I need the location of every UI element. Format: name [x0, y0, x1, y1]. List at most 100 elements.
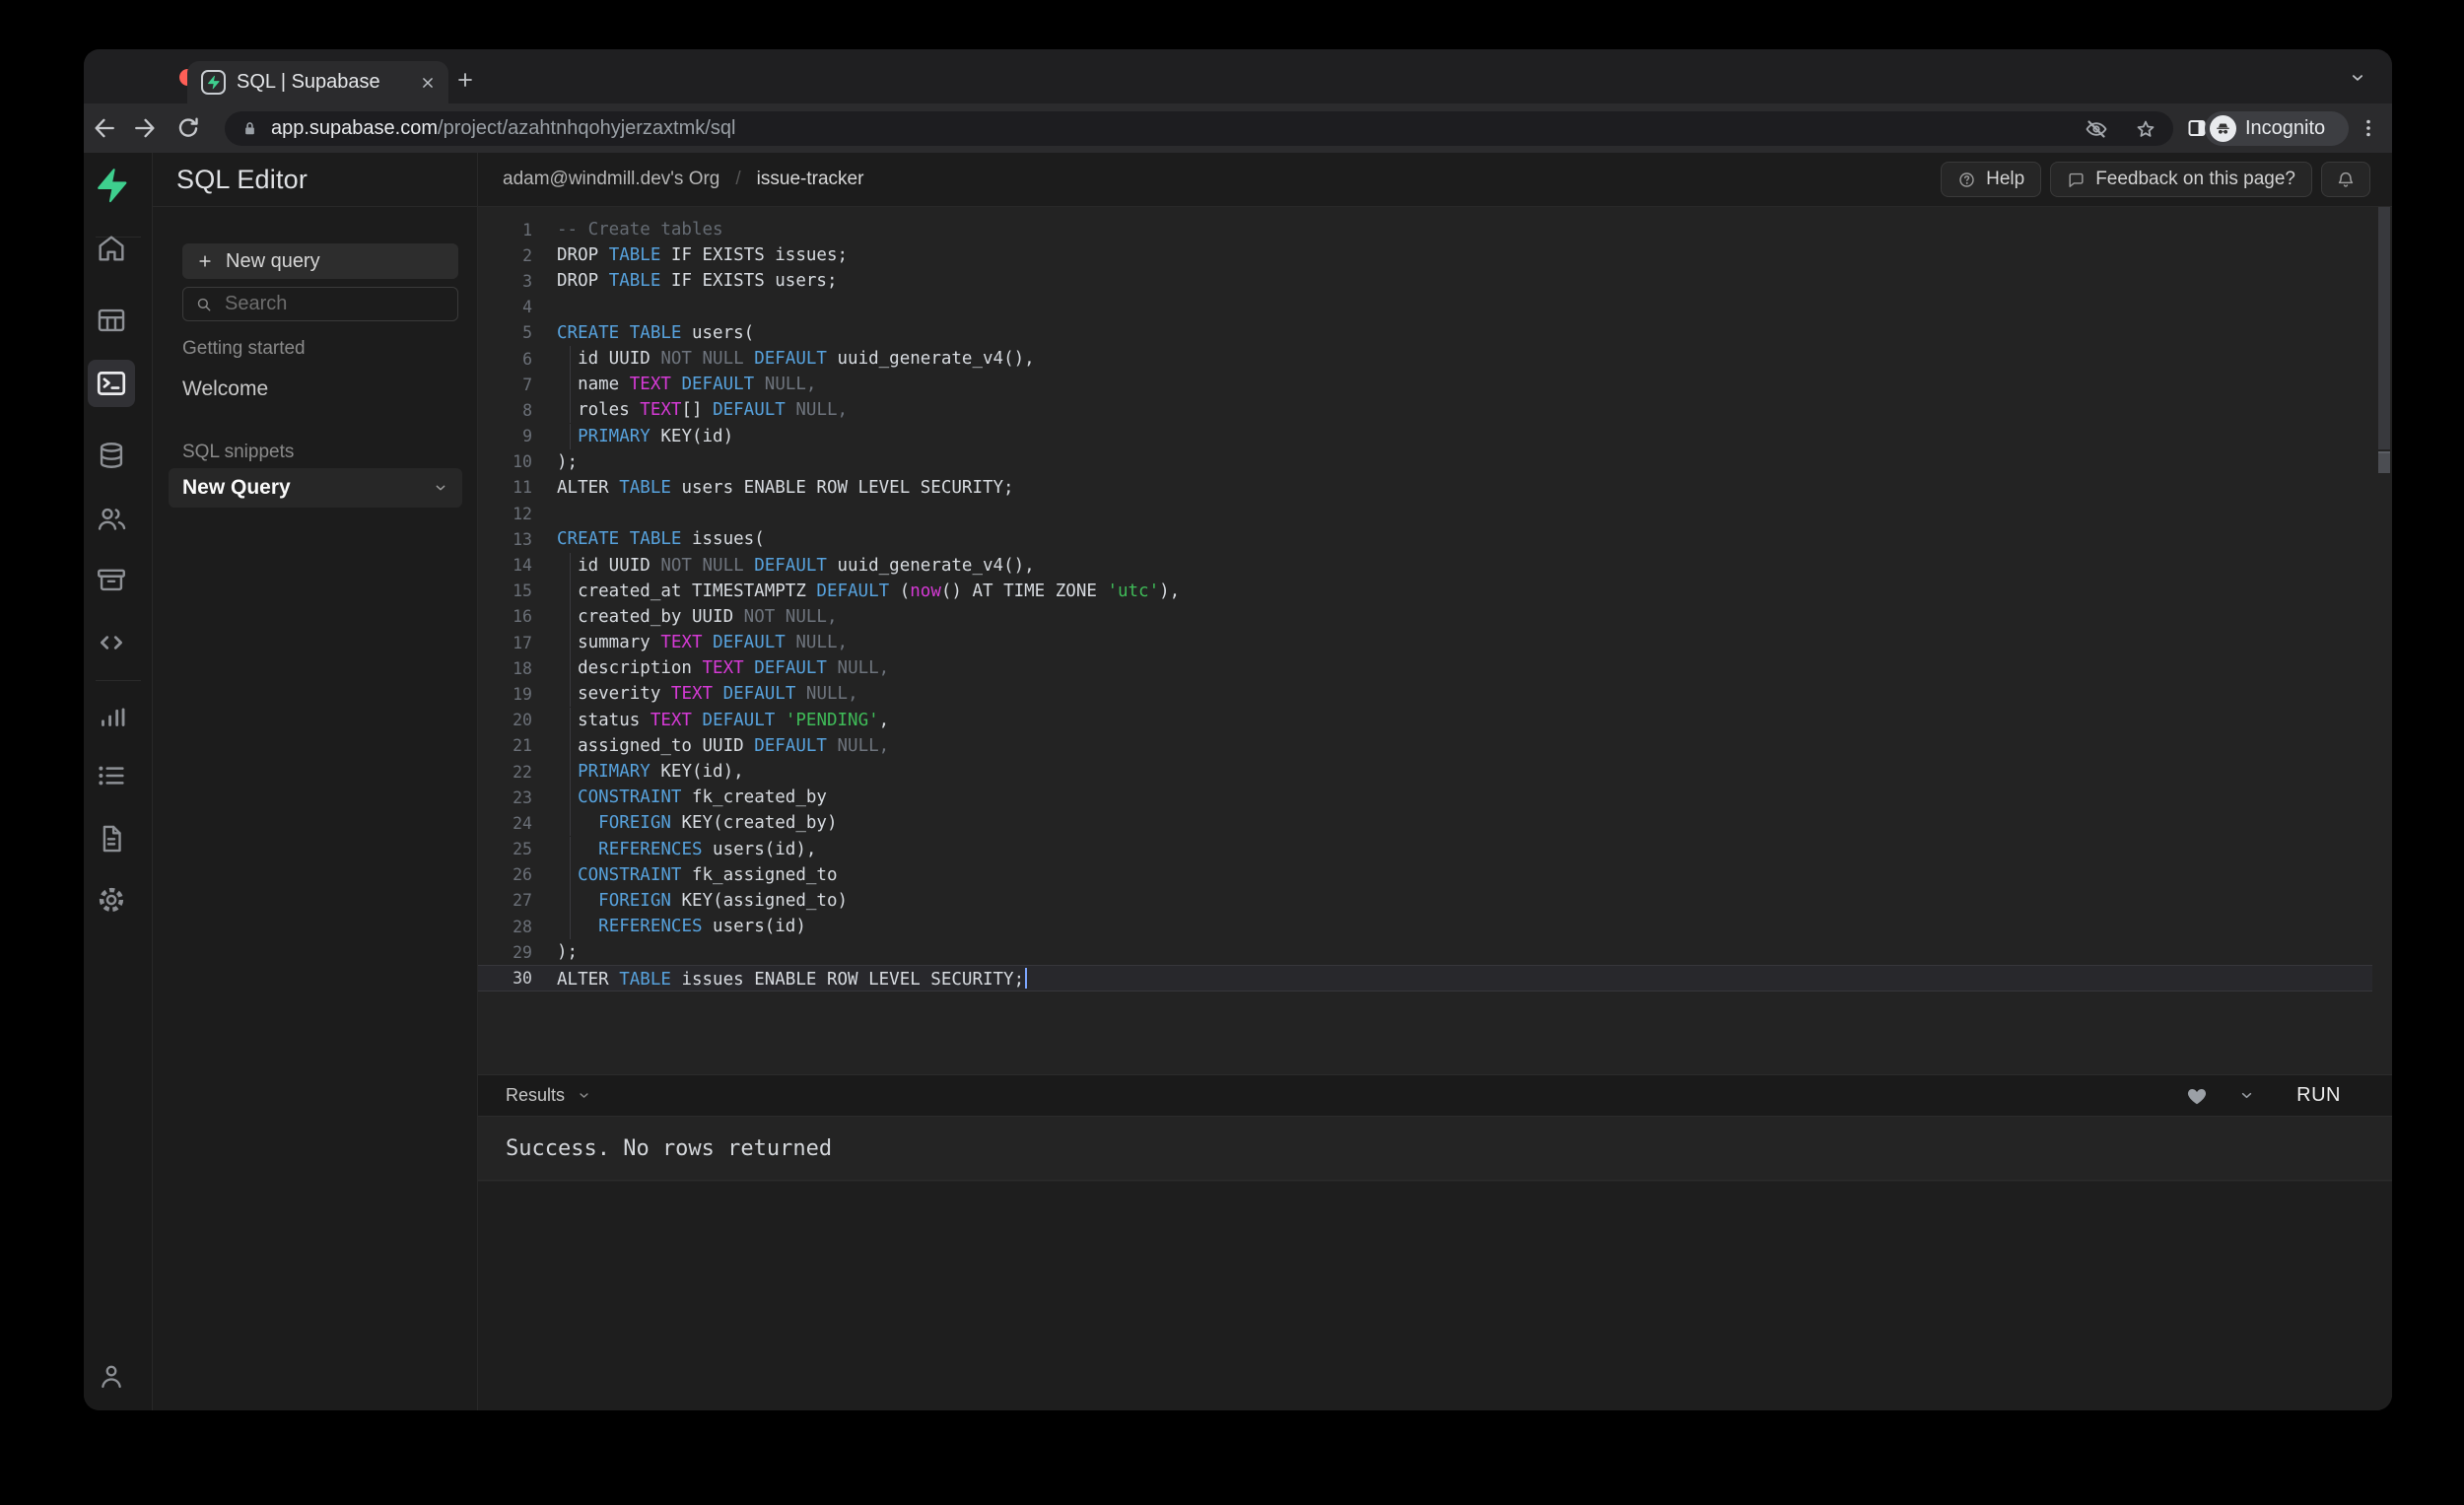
- sidebar-item-edge-functions[interactable]: [88, 619, 135, 666]
- line-text: REFERENCES users(id),: [557, 840, 816, 859]
- line-text: assigned_to UUID DEFAULT NULL,: [557, 736, 889, 756]
- help-button[interactable]: Help: [1941, 162, 2041, 197]
- line-number: 24: [478, 814, 532, 833]
- line-text: roles TEXT[] DEFAULT NULL,: [557, 400, 848, 420]
- bookmark-star-icon[interactable]: [2134, 117, 2157, 141]
- sidebar-item-table-editor[interactable]: [88, 297, 135, 344]
- tab-title: SQL | Supabase: [237, 71, 408, 94]
- code-line[interactable]: 8 roles TEXT[] DEFAULT NULL,: [478, 397, 2372, 423]
- line-number: 21: [478, 736, 532, 755]
- code-line[interactable]: 20 status TEXT DEFAULT 'PENDING',: [478, 708, 2372, 733]
- forward-arrow-icon[interactable]: [131, 114, 159, 142]
- rail-divider: [96, 680, 141, 681]
- line-text: PRIMARY KEY(id),: [557, 762, 744, 782]
- code-line[interactable]: 29);: [478, 939, 2372, 965]
- line-text: ALTER TABLE issues ENABLE ROW LEVEL SECU…: [557, 968, 1027, 990]
- code-line[interactable]: 19 severity TEXT DEFAULT NULL,: [478, 681, 2372, 707]
- code-line[interactable]: 27 FOREIGN KEY(assigned_to): [478, 888, 2372, 914]
- code-line[interactable]: 2DROP TABLE IF EXISTS issues;: [478, 242, 2372, 268]
- code-line[interactable]: 26 CONSTRAINT fk_assigned_to: [478, 862, 2372, 888]
- line-text: REFERENCES users(id): [557, 917, 806, 936]
- sidebar-item-database[interactable]: [88, 432, 135, 479]
- kebab-menu-icon[interactable]: [2357, 116, 2380, 140]
- results-empty-area: [478, 1182, 2392, 1410]
- feedback-button[interactable]: Feedback on this page?: [2050, 162, 2312, 197]
- sidebar-item-auth[interactable]: [88, 495, 135, 542]
- notifications-button[interactable]: [2321, 162, 2370, 197]
- code-line[interactable]: 7 name TEXT DEFAULT NULL,: [478, 372, 2372, 397]
- code-line[interactable]: 21 assigned_to UUID DEFAULT NULL,: [478, 733, 2372, 759]
- code-line[interactable]: 5CREATE TABLE users(: [478, 320, 2372, 346]
- sidebar-item-logs[interactable]: [88, 752, 135, 799]
- run-button[interactable]: RUN: [2296, 1084, 2341, 1107]
- code-line[interactable]: 15 created_at TIMESTAMPTZ DEFAULT (now()…: [478, 579, 2372, 604]
- line-number: 19: [478, 685, 532, 704]
- code-line[interactable]: 9 PRIMARY KEY(id): [478, 424, 2372, 449]
- favorite-heart-icon[interactable]: [2185, 1084, 2209, 1108]
- lock-icon[interactable]: [240, 119, 259, 138]
- code-line[interactable]: 12: [478, 501, 2372, 526]
- sidebar-item-new-query[interactable]: New Query: [169, 468, 462, 508]
- sidebar-item-reports[interactable]: [88, 693, 135, 740]
- panel-header: SQL Editor: [153, 153, 477, 207]
- code-line[interactable]: 13CREATE TABLE issues(: [478, 526, 2372, 552]
- breadcrumb: adam@windmill.dev's Org / issue-tracker …: [478, 153, 2392, 207]
- reload-icon[interactable]: [174, 114, 202, 142]
- line-number: 26: [478, 865, 532, 884]
- run-options-chevron-icon[interactable]: [2238, 1087, 2255, 1104]
- tab-search-chevron-icon[interactable]: [2349, 69, 2366, 87]
- chevron-down-icon[interactable]: [433, 480, 448, 496]
- code-line[interactable]: 30ALTER TABLE issues ENABLE ROW LEVEL SE…: [478, 965, 2372, 991]
- sidebar-item-sql-editor[interactable]: [88, 360, 135, 407]
- line-number: 6: [478, 350, 532, 369]
- breadcrumb-org[interactable]: adam@windmill.dev's Org: [503, 169, 719, 190]
- line-text: DROP TABLE IF EXISTS users;: [557, 271, 838, 291]
- breadcrumb-project[interactable]: issue-tracker: [757, 169, 864, 190]
- code-line[interactable]: 28 REFERENCES users(id): [478, 914, 2372, 939]
- sidebar-item-settings[interactable]: [88, 876, 135, 924]
- code-line[interactable]: 4: [478, 295, 2372, 320]
- search-input[interactable]: [225, 293, 445, 315]
- plus-icon: [196, 252, 214, 270]
- code-line[interactable]: 18 description TEXT DEFAULT NULL,: [478, 655, 2372, 681]
- breadcrumb-separator: /: [735, 169, 740, 190]
- bell-icon: [2336, 170, 2356, 189]
- sidebar-item-docs[interactable]: [88, 815, 135, 862]
- text-cursor: [1025, 968, 1027, 989]
- sql-code-editor[interactable]: 1-- Create tables2DROP TABLE IF EXISTS i…: [478, 207, 2392, 1074]
- account-icon[interactable]: [88, 1352, 135, 1400]
- active-snippet-label: New Query: [182, 476, 291, 500]
- new-query-button[interactable]: New query: [182, 243, 458, 279]
- line-number: 9: [478, 427, 532, 445]
- code-line[interactable]: 17 summary TEXT DEFAULT NULL,: [478, 630, 2372, 655]
- url-host: app.supabase.com: [271, 117, 438, 139]
- eye-off-icon[interactable]: [2085, 117, 2108, 141]
- sidebar-item-home[interactable]: [88, 225, 135, 272]
- url-path: /project/azahtnhqohyjerzaxtmk/sql: [438, 117, 735, 139]
- code-line[interactable]: 1-- Create tables: [478, 217, 2372, 242]
- back-arrow-icon[interactable]: [91, 114, 118, 142]
- code-line[interactable]: 16 created_by UUID NOT NULL,: [478, 604, 2372, 630]
- code-line[interactable]: 14 id UUID NOT NULL DEFAULT uuid_generat…: [478, 552, 2372, 578]
- code-line[interactable]: 11ALTER TABLE users ENABLE ROW LEVEL SEC…: [478, 475, 2372, 501]
- code-line[interactable]: 24 FOREIGN KEY(created_by): [478, 810, 2372, 836]
- code-line[interactable]: 10);: [478, 449, 2372, 475]
- tab-close-icon[interactable]: [419, 74, 437, 92]
- scrollbar-thumb-segment[interactable]: [2378, 451, 2390, 473]
- code-line[interactable]: 23 CONSTRAINT fk_created_by: [478, 785, 2372, 810]
- code-line[interactable]: 3DROP TABLE IF EXISTS users;: [478, 268, 2372, 294]
- line-number: 27: [478, 891, 532, 910]
- code-line[interactable]: 25 REFERENCES users(id),: [478, 837, 2372, 862]
- new-tab-button[interactable]: [450, 65, 480, 95]
- sidebar-item-storage[interactable]: [88, 556, 135, 603]
- code-line[interactable]: 6 id UUID NOT NULL DEFAULT uuid_generate…: [478, 346, 2372, 372]
- results-dropdown[interactable]: Results: [506, 1085, 565, 1106]
- url-bar[interactable]: app.supabase.com/project/azahtnhqohyjerz…: [225, 111, 2173, 146]
- scrollbar-thumb[interactable]: [2378, 207, 2390, 449]
- results-chevron-icon[interactable]: [577, 1088, 591, 1103]
- sidebar-item-welcome[interactable]: Welcome: [182, 377, 268, 401]
- search-box[interactable]: [182, 287, 458, 321]
- browser-tab[interactable]: SQL | Supabase: [187, 61, 448, 103]
- code-line[interactable]: 22 PRIMARY KEY(id),: [478, 759, 2372, 785]
- supabase-logo-icon[interactable]: [88, 162, 135, 209]
